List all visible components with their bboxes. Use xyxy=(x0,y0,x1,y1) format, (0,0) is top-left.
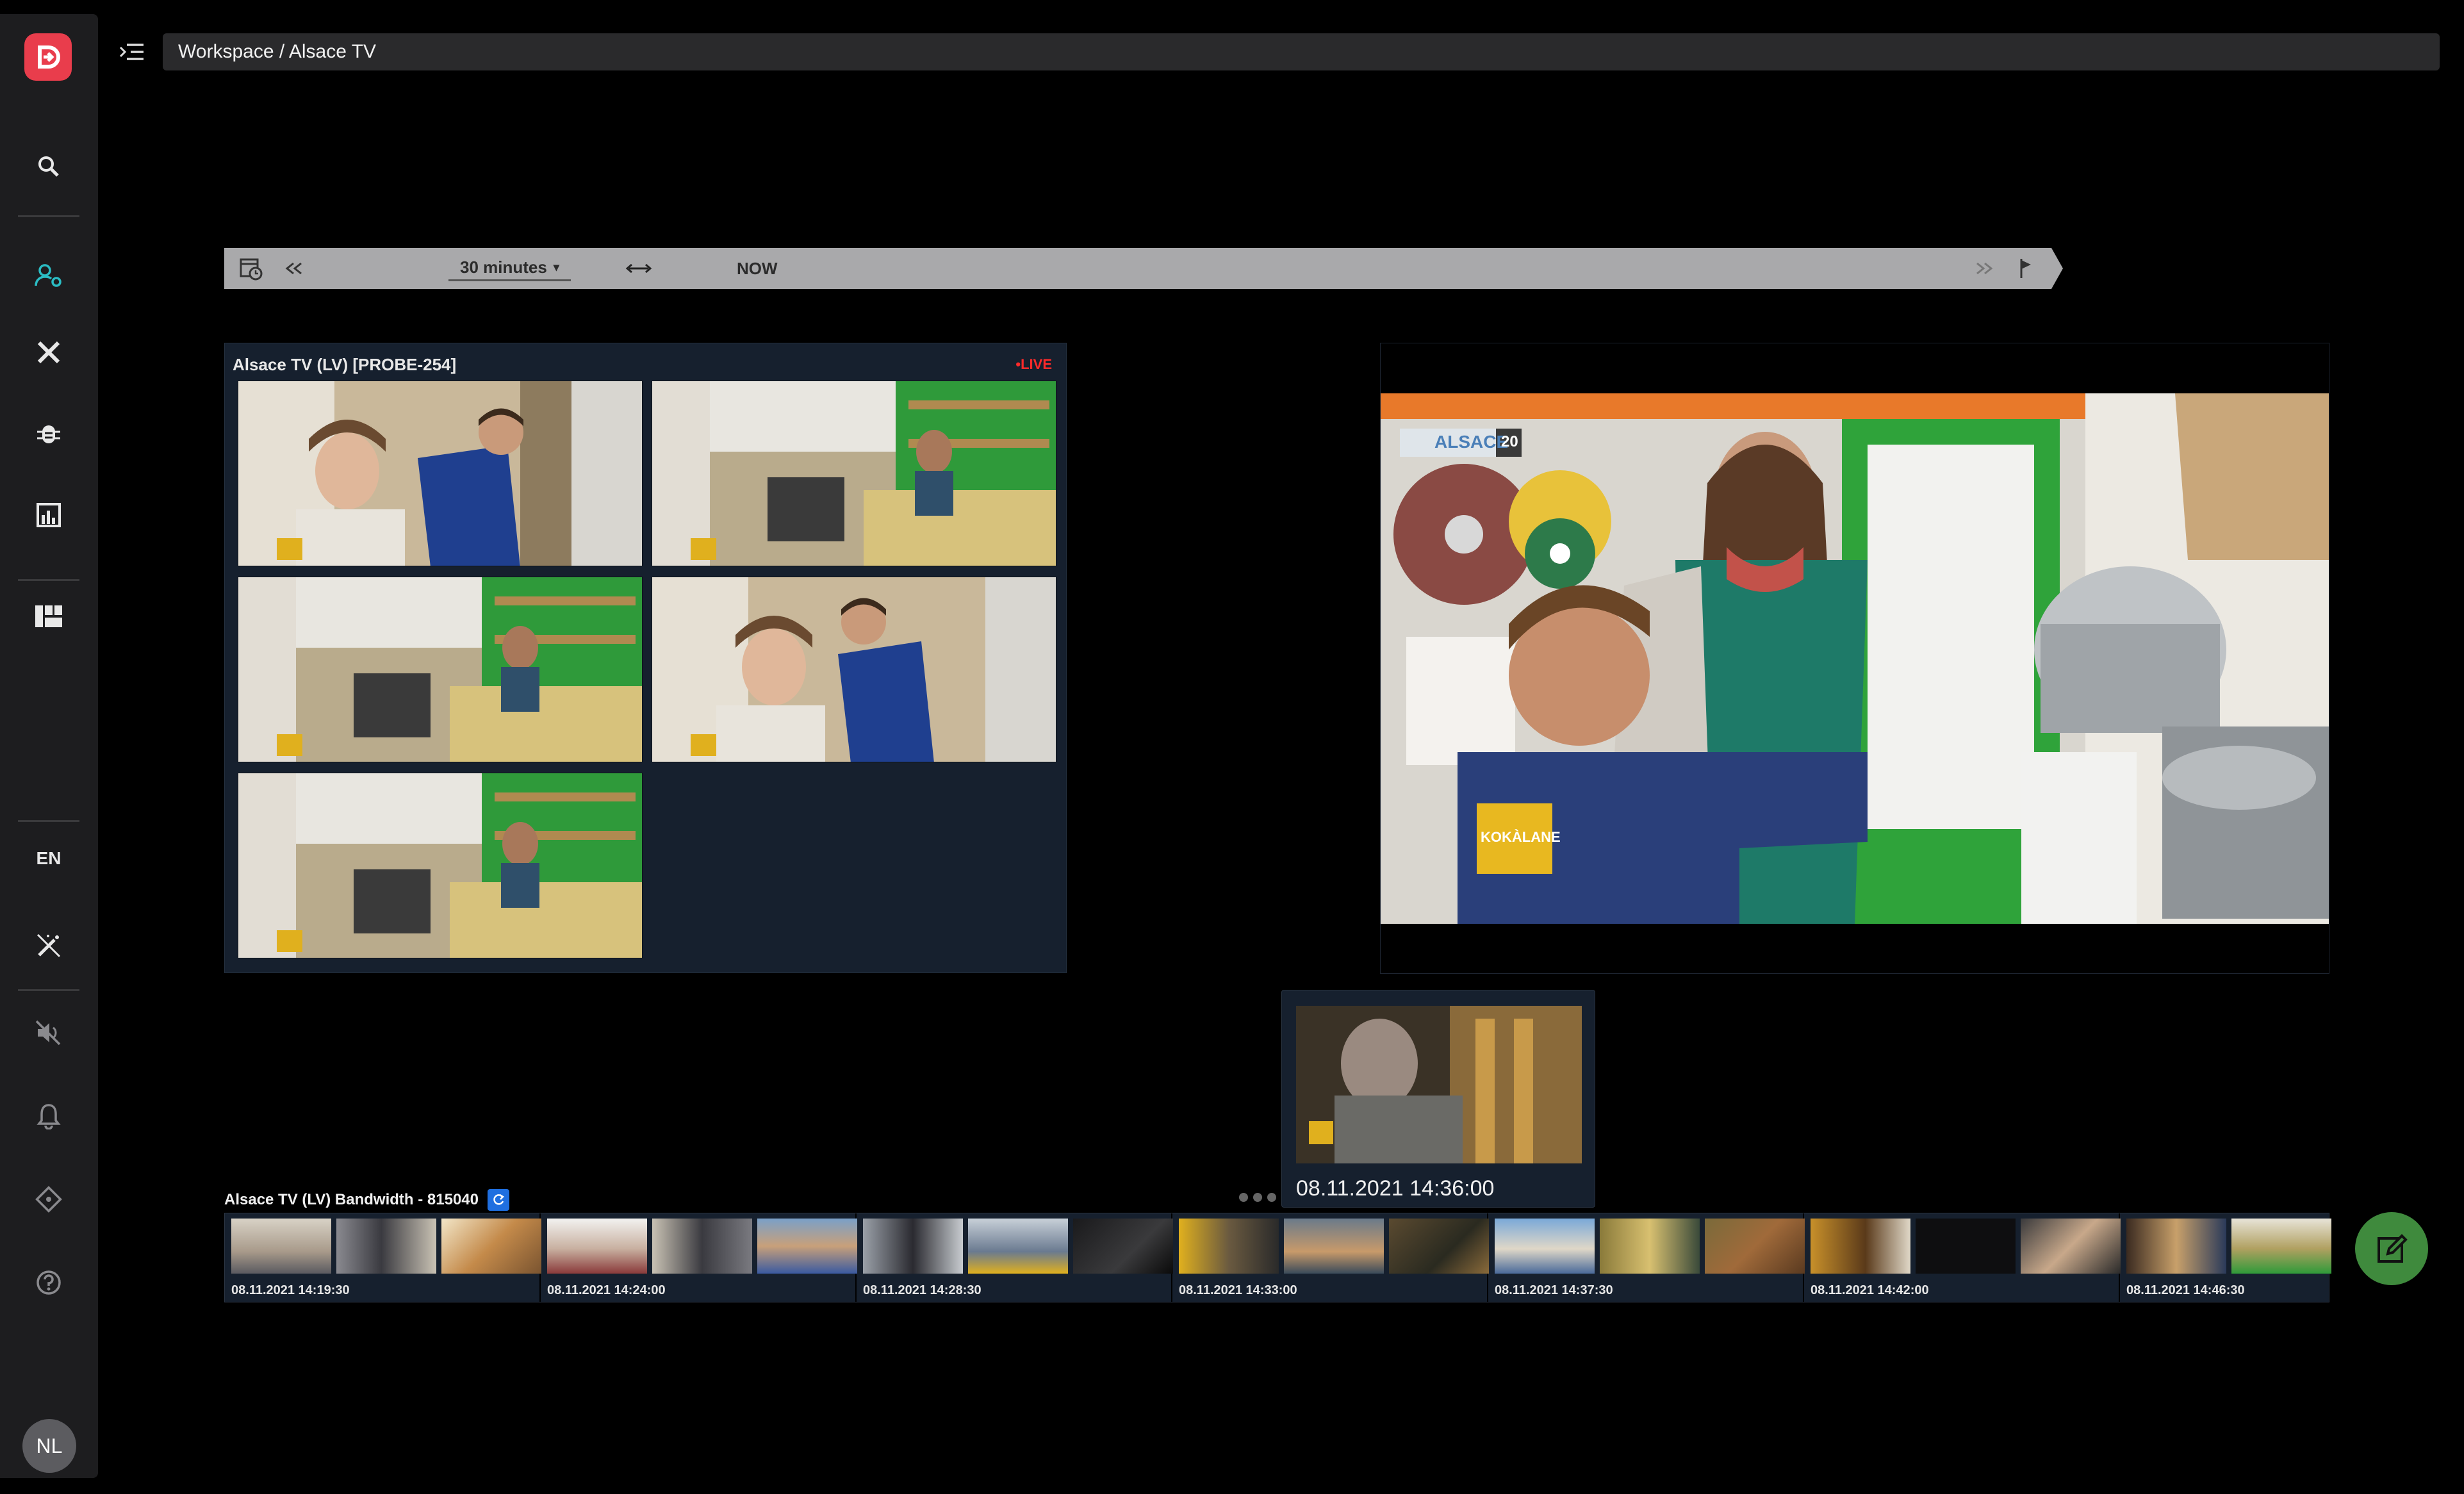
calendar-clock-icon[interactable] xyxy=(238,248,264,289)
live-badge: •LIVE xyxy=(1015,356,1052,372)
tools-icon[interactable] xyxy=(29,333,68,372)
timeline-loading-dots xyxy=(1239,1193,1276,1202)
edit-icon xyxy=(2378,1234,2408,1263)
bug-icon[interactable] xyxy=(29,415,68,453)
timeline-thumbnail[interactable] xyxy=(1916,1219,2016,1274)
analytics-icon[interactable] xyxy=(29,496,68,534)
channel-logo: ALSACE xyxy=(1434,432,1509,452)
video-tile[interactable] xyxy=(238,773,643,958)
expand-range-icon[interactable] xyxy=(625,248,652,289)
segment-timestamp: 08.11.2021 14:24:00 xyxy=(547,1283,666,1297)
search-icon[interactable] xyxy=(29,147,68,186)
time-navigation-bar: 30 minutes ▾ NOW xyxy=(224,248,2063,289)
segment-timestamp: 08.11.2021 14:37:30 xyxy=(1495,1283,1613,1297)
timeline-thumbnail[interactable] xyxy=(1179,1219,1279,1274)
timeline-thumbnail[interactable] xyxy=(968,1219,1068,1274)
timeline-thumbnail[interactable] xyxy=(2231,1219,2331,1274)
timeline-thumbnail[interactable] xyxy=(1600,1219,1700,1274)
timeline-segment[interactable]: 08.11.2021 14:33:00 xyxy=(1172,1213,1489,1302)
timeline-title-text: Alsace TV (LV) Bandwidth - 815040 xyxy=(224,1191,479,1208)
channel-logo-number: 20 xyxy=(1501,433,1518,450)
timeline-segment[interactable]: 08.11.2021 14:46:30 xyxy=(2120,1213,2331,1302)
timeline-thumbnail[interactable] xyxy=(1389,1219,1489,1274)
dashboard-icon[interactable] xyxy=(29,597,68,636)
timeline-thumbnail[interactable] xyxy=(336,1219,436,1274)
timeline-thumbnail[interactable] xyxy=(652,1219,752,1274)
sidebar-divider xyxy=(18,215,79,217)
timeline-segment[interactable]: 08.11.2021 14:19:30 xyxy=(225,1213,541,1302)
sidebar: EN NL xyxy=(0,14,98,1478)
video-tile[interactable] xyxy=(238,381,643,566)
multiview-panel: Alsace TV (LV) [PROBE-254] •LIVE xyxy=(224,343,1067,973)
fast-forward-icon[interactable] xyxy=(1973,248,1995,289)
timeline-segment[interactable]: 08.11.2021 14:24:00 xyxy=(541,1213,857,1302)
timeline-thumbnail[interactable] xyxy=(231,1219,331,1274)
video-tile[interactable] xyxy=(238,577,643,762)
sidebar-divider xyxy=(18,579,79,581)
sidebar-divider xyxy=(18,989,79,991)
magic-off-icon[interactable] xyxy=(29,926,68,965)
segment-timestamp: 08.11.2021 14:42:00 xyxy=(1811,1283,1929,1297)
timeline-thumbnail[interactable] xyxy=(547,1219,647,1274)
timeline-thumbnail[interactable] xyxy=(1705,1219,1805,1274)
timeline-thumbnail[interactable] xyxy=(1284,1219,1384,1274)
preview-thumbnail xyxy=(1296,1006,1582,1163)
duration-label: 30 minutes xyxy=(460,258,547,277)
timeline-thumbnail[interactable] xyxy=(1495,1219,1595,1274)
timeline-thumbnail[interactable] xyxy=(2021,1219,2121,1274)
refresh-icon[interactable] xyxy=(488,1189,509,1211)
segment-timestamp: 08.11.2021 14:28:30 xyxy=(863,1283,981,1297)
edit-button[interactable] xyxy=(2355,1212,2428,1285)
duration-select[interactable]: 30 minutes ▾ xyxy=(448,256,571,281)
volume-off-icon[interactable] xyxy=(29,1014,68,1052)
breadcrumb[interactable]: Workspace / Alsace TV xyxy=(163,33,2440,70)
chevron-down-icon: ▾ xyxy=(553,261,559,274)
segment-timestamp: 08.11.2021 14:33:00 xyxy=(1179,1283,1297,1297)
bell-icon[interactable] xyxy=(29,1097,68,1135)
timeline-hover-preview: 08.11.2021 14:36:00 xyxy=(1281,990,1595,1208)
main-video-frame[interactable]: ALSACE 20 KOKÀLANE xyxy=(1381,393,2329,924)
app-logo[interactable] xyxy=(24,33,72,81)
language-switch[interactable]: EN xyxy=(29,848,68,869)
sidebar-divider xyxy=(18,820,79,822)
timeline-thumbnail[interactable] xyxy=(1073,1219,1173,1274)
segment-timestamp: 08.11.2021 14:19:30 xyxy=(231,1283,350,1297)
timeline-thumbnail[interactable] xyxy=(441,1219,541,1274)
help-icon[interactable] xyxy=(29,1263,68,1302)
multiview-title: Alsace TV (LV) [PROBE-254] xyxy=(233,355,457,374)
rewind-icon[interactable] xyxy=(283,248,305,289)
ticket-icon[interactable] xyxy=(29,1180,68,1219)
timeline-thumbnail[interactable] xyxy=(2126,1219,2226,1274)
timeline-thumbnail[interactable] xyxy=(1811,1219,1910,1274)
video-tile[interactable] xyxy=(652,577,1056,762)
video-tile[interactable] xyxy=(652,381,1056,566)
timeline-title: Alsace TV (LV) Bandwidth - 815040 xyxy=(224,1189,509,1211)
segment-timestamp: 08.11.2021 14:46:30 xyxy=(2126,1283,2245,1297)
now-button[interactable]: NOW xyxy=(737,248,778,289)
flag-icon[interactable] xyxy=(2018,248,2033,289)
menu-toggle-icon[interactable] xyxy=(118,40,146,64)
avatar[interactable]: NL xyxy=(22,1419,76,1473)
user-settings-icon[interactable] xyxy=(29,256,68,295)
timeline-thumbnail[interactable] xyxy=(863,1219,963,1274)
logo-icon xyxy=(38,45,60,69)
main-video-player[interactable]: ALSACE 20 KOKÀLANE xyxy=(1380,343,2329,974)
corner-logo: KOKÀLANE xyxy=(1481,829,1561,845)
timeline-thumbnail[interactable] xyxy=(757,1219,857,1274)
timeline-segment[interactable]: 08.11.2021 14:28:30 xyxy=(857,1213,1173,1302)
preview-timestamp: 08.11.2021 14:36:00 xyxy=(1296,1176,1495,1201)
timeline-segment[interactable]: 08.11.2021 14:42:00 xyxy=(1804,1213,2121,1302)
timeline-strip[interactable]: 08.11.2021 14:19:30 08.11.2021 14:24:00 … xyxy=(224,1213,2331,1302)
timeline-segment[interactable]: 08.11.2021 14:37:30 xyxy=(1488,1213,1805,1302)
